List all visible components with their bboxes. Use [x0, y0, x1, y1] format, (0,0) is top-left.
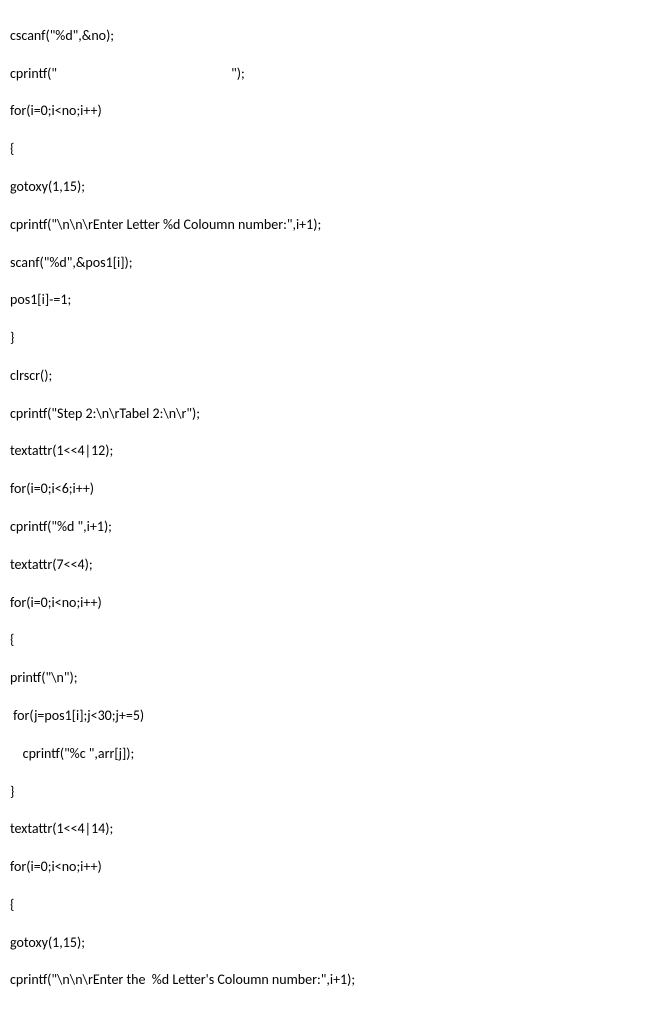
- code-line: {: [10, 896, 652, 915]
- code-line: cprintf("\n\n\rEnter Letter %d Coloumn n…: [10, 216, 652, 235]
- code-line: for(i=0;i<no;i++): [10, 594, 652, 613]
- code-line: cprintf("%c ",arr[j]);: [10, 745, 652, 764]
- code-line: cscanf("%d",&no);: [10, 27, 652, 46]
- code-line: cprintf(" ");: [10, 65, 652, 84]
- code-line: for(i=0;i<no;i++): [10, 102, 652, 121]
- code-line: {: [10, 140, 652, 159]
- code-line: cprintf("Step 2:\n\rTabel 2:\n\r");: [10, 405, 652, 424]
- code-line: clrscr();: [10, 367, 652, 386]
- code-line: scanf("%d",&pos1[i]);: [10, 254, 652, 273]
- code-line: gotoxy(1,15);: [10, 934, 652, 953]
- code-line: for(j=pos1[i];j<30;j+=5): [10, 707, 652, 726]
- code-line: textattr(1<<4|12);: [10, 442, 652, 461]
- code-line: cprintf("%d ",i+1);: [10, 518, 652, 537]
- code-line: gotoxy(1,15);: [10, 178, 652, 197]
- code-line: textattr(1<<4|14);: [10, 820, 652, 839]
- code-line: cprintf("\n\n\rEnter the %d Letter's Col…: [10, 971, 652, 990]
- code-line: {: [10, 631, 652, 650]
- code-line: printf("\n");: [10, 669, 652, 688]
- code-line: }: [10, 783, 652, 802]
- code-block: cscanf("%d",&no); cprintf(" "); for(i=0;…: [10, 8, 652, 1009]
- code-line: textattr(7<<4);: [10, 556, 652, 575]
- code-line: for(i=0;i<no;i++): [10, 858, 652, 877]
- code-line: for(i=0;i<6;i++): [10, 480, 652, 499]
- code-line: pos1[i]-=1;: [10, 291, 652, 310]
- code-line: }: [10, 329, 652, 348]
